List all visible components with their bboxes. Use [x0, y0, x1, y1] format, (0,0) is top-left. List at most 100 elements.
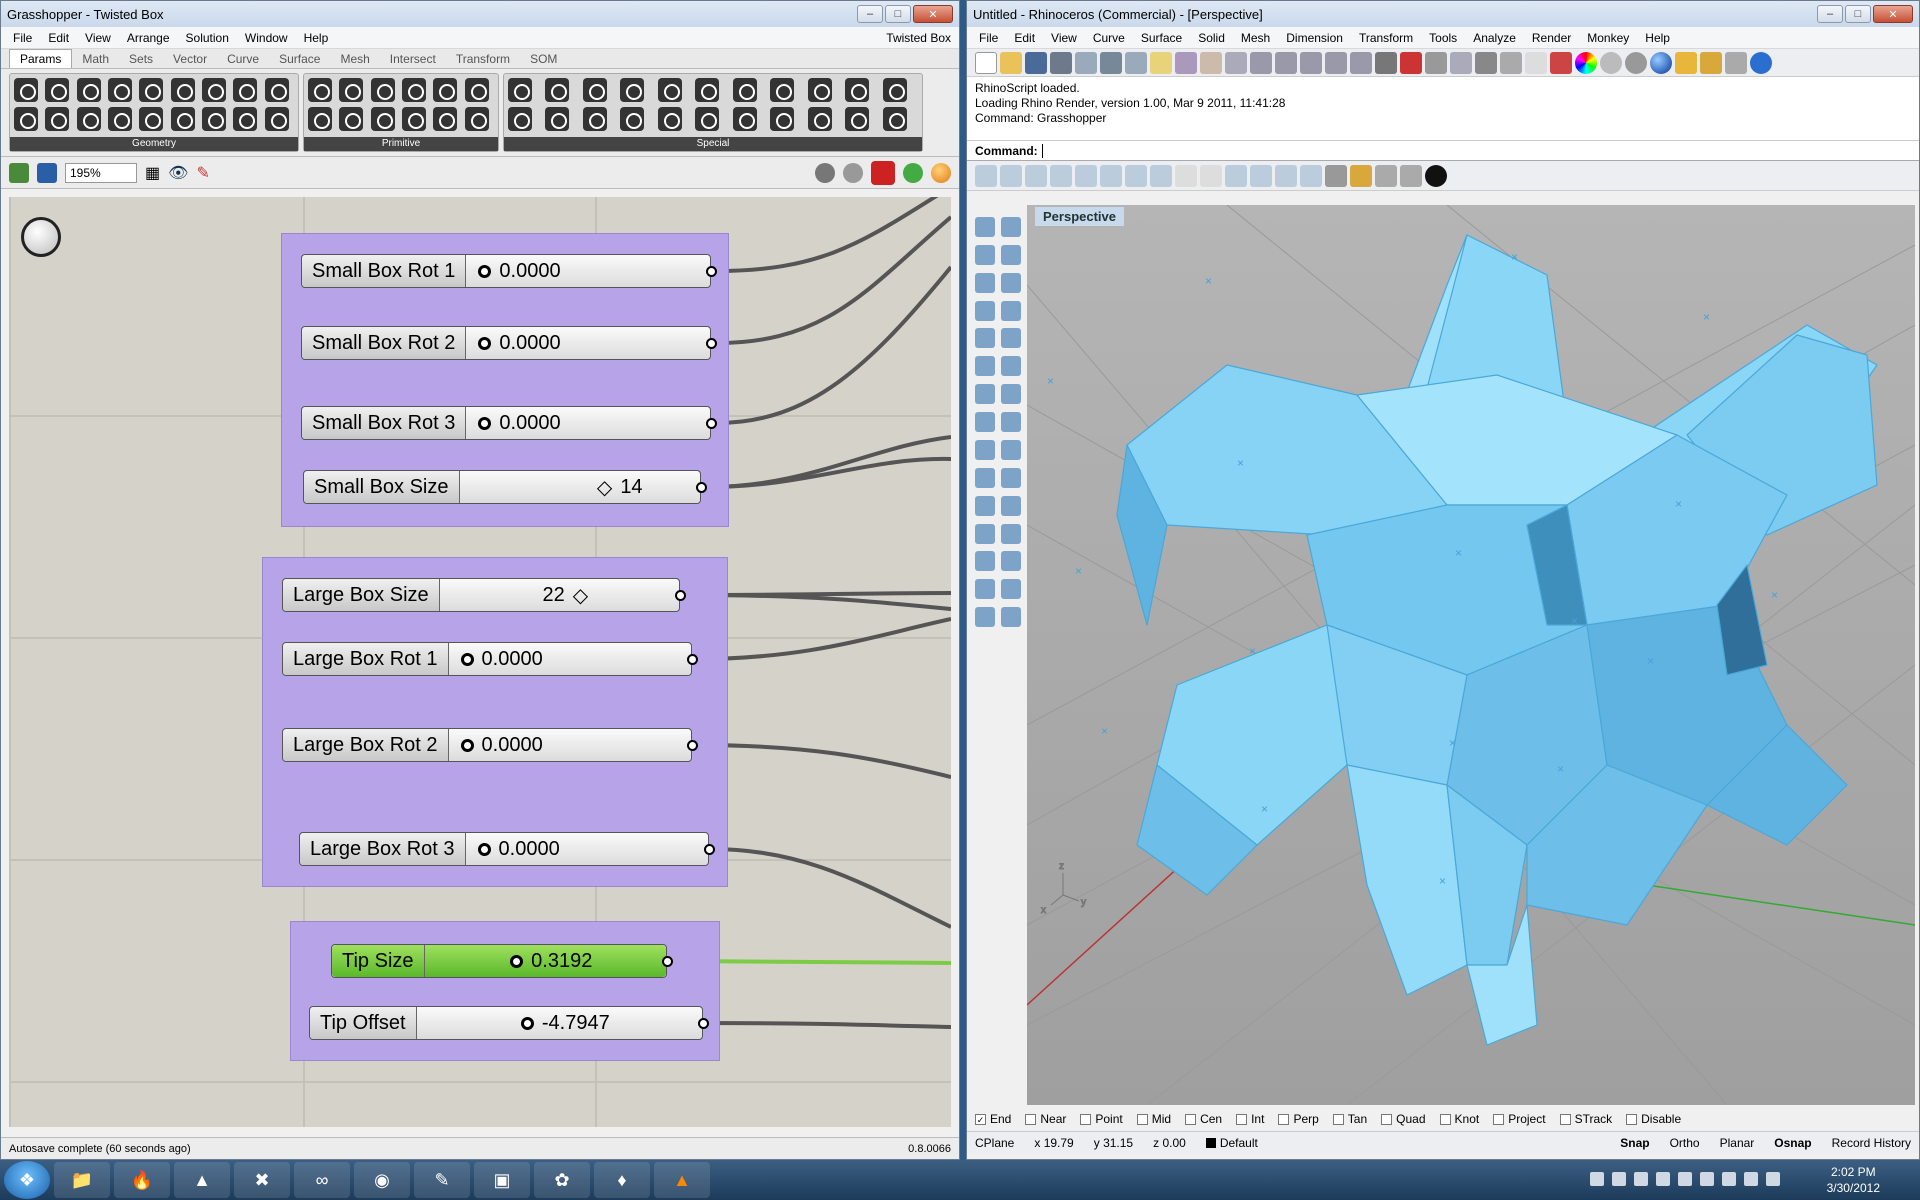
param-icon[interactable]: [45, 78, 70, 102]
text-tool-icon[interactable]: [1175, 164, 1197, 187]
curve-tool-icon[interactable]: [975, 164, 997, 187]
planar-toggle[interactable]: Planar: [1720, 1136, 1755, 1150]
menu-mesh[interactable]: Mesh: [1233, 31, 1278, 45]
osnap-toggle[interactable]: Osnap: [1774, 1136, 1811, 1150]
layout-icon[interactable]: [1400, 164, 1422, 187]
osnap-cen[interactable]: Cen: [1185, 1112, 1222, 1126]
output-port[interactable]: [706, 266, 717, 277]
param-icon[interactable]: [76, 78, 101, 102]
explode-icon[interactable]: [1001, 439, 1021, 460]
grasshopper-taskbar-icon[interactable]: ✿: [534, 1162, 590, 1198]
slider-large-box-rot-3[interactable]: Large Box Rot 3 0.0000: [299, 832, 715, 866]
checkbox-checked-icon[interactable]: ✓: [975, 1113, 986, 1125]
param-icon[interactable]: [233, 106, 258, 131]
slider-small-box-rot-1[interactable]: Small Box Rot 1 0.0000: [301, 254, 717, 288]
param-icon[interactable]: [401, 106, 426, 131]
output-port[interactable]: [696, 482, 707, 493]
print-icon[interactable]: [1050, 51, 1072, 74]
menu-help[interactable]: Help: [296, 31, 337, 45]
checkbox-icon[interactable]: [1559, 1113, 1571, 1125]
zoom-icon[interactable]: [1250, 51, 1272, 74]
slider-knob[interactable]: [460, 652, 474, 666]
zoom-window-icon[interactable]: [1275, 51, 1297, 74]
wire-sphere-icon[interactable]: [1600, 51, 1622, 74]
param-icon[interactable]: [107, 106, 132, 131]
osnap-tan[interactable]: Tan: [1332, 1112, 1367, 1126]
dimension-tool-icon[interactable]: [1250, 164, 1272, 187]
checkbox-icon[interactable]: [1493, 1113, 1505, 1125]
loft-icon[interactable]: [1001, 356, 1021, 377]
slider-large-box-rot-2[interactable]: Large Box Rot 2 0.0000: [282, 728, 698, 762]
group-tip[interactable]: [290, 921, 720, 1061]
render-sphere-icon[interactable]: [1650, 51, 1672, 74]
menu-edit[interactable]: Edit: [1006, 31, 1043, 45]
menu-tools[interactable]: Tools: [1421, 31, 1465, 45]
param-icon[interactable]: [139, 78, 164, 102]
text-tool-icon[interactable]: [1200, 164, 1222, 187]
output-port[interactable]: [687, 654, 698, 665]
polyline-icon[interactable]: [975, 244, 995, 265]
move-icon[interactable]: [975, 523, 995, 544]
tab-math[interactable]: Math: [72, 50, 119, 68]
tab-intersect[interactable]: Intersect: [380, 50, 446, 68]
param-icon[interactable]: [807, 106, 832, 131]
osnap-strack[interactable]: STrack: [1559, 1112, 1612, 1126]
preview-shaded-icon[interactable]: [871, 160, 895, 185]
layer-indicator[interactable]: Default: [1205, 1136, 1258, 1150]
curve-tool-icon[interactable]: [1100, 164, 1122, 187]
fillet-icon[interactable]: [1001, 328, 1021, 349]
tab-transform[interactable]: Transform: [446, 50, 520, 68]
osnap-end[interactable]: ✓ End: [975, 1112, 1011, 1126]
curve-tool-icon[interactable]: [1025, 164, 1047, 187]
rotate-icon[interactable]: [1001, 523, 1021, 544]
preview-off-icon[interactable]: [815, 162, 835, 183]
tray-app-icon[interactable]: [1722, 1172, 1736, 1186]
output-port[interactable]: [706, 338, 717, 349]
cut-icon[interactable]: [1100, 51, 1122, 74]
param-icon[interactable]: [464, 106, 489, 131]
select-icon[interactable]: [975, 217, 995, 237]
output-port[interactable]: [698, 1018, 709, 1029]
array-icon[interactable]: [975, 579, 995, 600]
param-icon[interactable]: [139, 106, 164, 131]
analysis-icon[interactable]: [1001, 607, 1021, 628]
sphere-icon[interactable]: [1001, 384, 1021, 405]
slider-knob[interactable]: [478, 416, 492, 430]
viewport-title[interactable]: Perspective: [1035, 207, 1124, 226]
curve-tool-icon[interactable]: [1150, 164, 1172, 187]
param-icon[interactable]: [582, 78, 607, 102]
tab-som[interactable]: SOM: [520, 50, 567, 68]
clipboard-icon[interactable]: [1150, 51, 1172, 74]
hatch-icon[interactable]: [1325, 164, 1347, 187]
output-port[interactable]: [675, 590, 686, 601]
param-icon[interactable]: [508, 78, 532, 102]
tray-app-icon[interactable]: [1678, 1172, 1692, 1186]
param-icon[interactable]: [508, 106, 532, 131]
presentation-app-icon[interactable]: ▣: [474, 1162, 530, 1198]
checkbox-icon[interactable]: [1185, 1113, 1197, 1125]
zoom-extents-icon[interactable]: [1300, 51, 1322, 74]
tray-app-icon[interactable]: [1634, 1172, 1648, 1186]
minimize-button[interactable]: –: [1817, 5, 1843, 23]
tab-sets[interactable]: Sets: [119, 50, 163, 68]
param-icon[interactable]: [657, 106, 682, 131]
param-icon[interactable]: [370, 78, 395, 102]
slider-knob[interactable]: [520, 1016, 534, 1030]
checkbox-icon[interactable]: [1439, 1113, 1451, 1125]
scale-icon[interactable]: [1001, 551, 1021, 572]
param-icon[interactable]: [882, 78, 907, 102]
param-icon[interactable]: [657, 78, 682, 102]
open-file-icon[interactable]: [9, 162, 29, 183]
curve-tool-icon[interactable]: [1125, 164, 1147, 187]
ungroup-icon[interactable]: [1001, 495, 1021, 516]
osnap-project[interactable]: Project: [1493, 1112, 1546, 1126]
tray-app-icon[interactable]: [1656, 1172, 1670, 1186]
vlc-icon[interactable]: ▲: [654, 1162, 710, 1198]
cylinder-icon[interactable]: [975, 412, 995, 433]
param-icon[interactable]: [308, 106, 332, 131]
preview-selected-icon[interactable]: [903, 162, 923, 183]
box-icon[interactable]: [975, 384, 995, 405]
param-icon[interactable]: [845, 78, 870, 102]
infinity-app-icon[interactable]: ∞: [294, 1162, 350, 1198]
param-icon[interactable]: [770, 78, 795, 102]
